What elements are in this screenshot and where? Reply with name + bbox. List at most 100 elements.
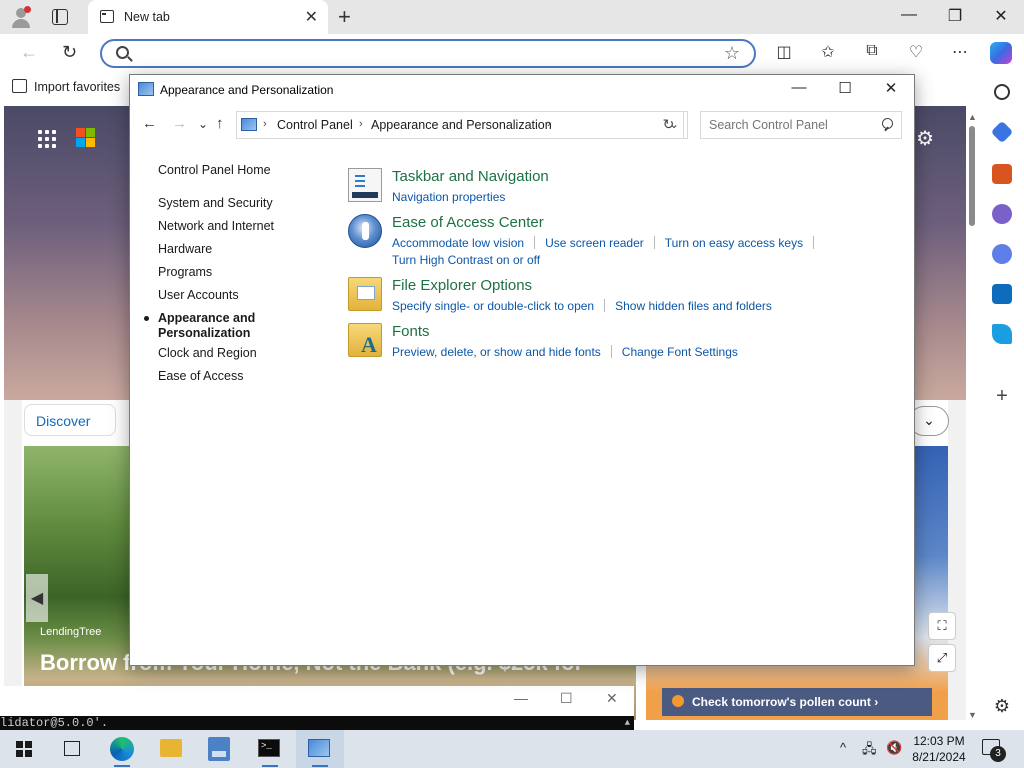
taskbar-file-explorer[interactable] — [148, 730, 196, 768]
cp-forward-button[interactable]: → — [172, 115, 187, 132]
link-turn-high-contrast[interactable]: Turn High Contrast on or off — [392, 252, 540, 269]
show-hidden-icons-chevron[interactable]: ^ — [840, 740, 846, 755]
cp-minimize-button[interactable]: — — [776, 79, 822, 96]
back-button[interactable]: ← — [20, 42, 38, 63]
nav-user-accounts[interactable]: User Accounts — [158, 288, 239, 302]
browser-minimize-button[interactable]: — — [886, 6, 932, 24]
carousel-prev-icon[interactable]: ◀ — [26, 574, 48, 622]
pollen-count-link[interactable]: Check tomorrow's pollen count › — [662, 688, 932, 716]
breadcrumb-control-panel[interactable]: Control Panel — [277, 118, 353, 132]
nav-programs[interactable]: Programs — [158, 265, 212, 279]
search-icon[interactable] — [882, 118, 893, 129]
browser-essentials-icon[interactable]: ♡ — [906, 42, 926, 62]
fonts-icon[interactable] — [348, 323, 382, 358]
collections-icon[interactable]: ⧉ — [862, 42, 882, 62]
new-tab-button[interactable]: + — [338, 4, 351, 30]
tab-close-button[interactable]: ✕ — [305, 7, 318, 27]
tab-actions-icon[interactable] — [52, 9, 68, 25]
folder-options-icon[interactable] — [348, 277, 382, 311]
app-launcher-icon[interactable] — [38, 130, 58, 150]
nav-clock-and-region[interactable]: Clock and Region — [158, 346, 257, 360]
link-accommodate-low-vision[interactable]: Accommodate low vision — [392, 235, 524, 252]
sidebar-m365-icon[interactable] — [992, 244, 1012, 264]
scroll-up-icon[interactable]: ▲ — [968, 112, 977, 122]
address-bar[interactable]: ☆ — [100, 39, 756, 68]
ease-of-access-icon[interactable] — [348, 214, 382, 248]
profile-avatar-icon[interactable] — [10, 6, 32, 28]
section-title[interactable]: Taskbar and Navigation — [392, 168, 549, 185]
split-screen-icon[interactable]: ◫ — [774, 42, 794, 62]
cp-address-bar[interactable]: › Control Panel › Appearance and Persona… — [236, 111, 688, 139]
tab-new-tab[interactable]: New tab ✕ — [88, 0, 328, 34]
nav-ease-of-access[interactable]: Ease of Access — [158, 369, 243, 383]
discover-tab[interactable]: Discover — [24, 404, 116, 436]
nav-network-and-internet[interactable]: Network and Internet — [158, 219, 274, 233]
taskbar-icon[interactable] — [348, 168, 382, 202]
breadcrumb-separator[interactable]: › — [359, 118, 363, 130]
breadcrumb-separator[interactable]: › — [547, 118, 551, 130]
section-title[interactable]: Ease of Access Center — [392, 214, 544, 231]
sidebar-outlook-icon[interactable] — [992, 284, 1012, 304]
scroll-thumb[interactable] — [969, 126, 975, 226]
link-turn-on-easy-access-keys[interactable]: Turn on easy access keys — [665, 235, 803, 252]
copilot-icon[interactable] — [990, 42, 1012, 64]
cp-back-button[interactable]: ← — [142, 115, 157, 132]
import-favorites-link[interactable]: Import favorites — [34, 80, 120, 94]
sidebar-settings-gear-icon[interactable]: ⚙ — [992, 696, 1012, 716]
page-settings-gear-icon[interactable]: ⚙ — [916, 126, 934, 151]
favorites-icon[interactable]: ✩ — [818, 42, 838, 62]
terminal-maximize-button[interactable]: ☐ — [560, 690, 573, 707]
link-preview-fonts[interactable]: Preview, delete, or show and hide fonts — [392, 344, 601, 361]
sidebar-shopping-icon[interactable] — [990, 120, 1014, 144]
system-clock[interactable]: 12:03 PM 8/21/2024 — [908, 733, 970, 765]
cp-search-box[interactable] — [700, 111, 902, 139]
nav-hardware[interactable]: Hardware — [158, 242, 212, 256]
cp-search-input[interactable] — [709, 118, 869, 132]
link-use-screen-reader[interactable]: Use screen reader — [545, 235, 644, 252]
image-info-icon[interactable]: ⛶ — [928, 612, 956, 640]
cp-up-button[interactable]: ↑ — [216, 115, 224, 132]
page-scrollbar[interactable]: ▲ ▼ — [966, 112, 978, 720]
browser-close-button[interactable]: ✕ — [978, 6, 1024, 26]
nav-appearance-and-personalization[interactable]: Appearance and Personalization — [144, 311, 268, 341]
task-view-button[interactable] — [48, 730, 96, 768]
sidebar-send-icon[interactable] — [992, 324, 1012, 344]
expand-icon[interactable]: ⤢ — [928, 644, 956, 672]
cp-refresh-button[interactable]: ↻ — [654, 111, 684, 139]
cp-close-button[interactable]: ✕ — [868, 79, 914, 97]
link-navigation-properties[interactable]: Navigation properties — [392, 189, 505, 206]
link-change-font-settings[interactable]: Change Font Settings — [622, 344, 738, 361]
link-single-double-click[interactable]: Specify single- or double-click to open — [392, 298, 594, 315]
settings-more-icon[interactable]: ⋯ — [950, 42, 970, 62]
terminal-close-button[interactable]: ✕ — [606, 690, 618, 707]
breadcrumb-appearance[interactable]: Appearance and Personalization — [371, 118, 552, 132]
nav-control-panel-home[interactable]: Control Panel Home — [158, 163, 271, 177]
volume-muted-icon[interactable]: 🔇 — [886, 740, 902, 756]
taskbar-server-manager[interactable] — [196, 730, 244, 768]
terminal-minimize-button[interactable]: — — [514, 690, 528, 706]
feed-expand-chevron-icon[interactable]: ⌄ — [909, 406, 949, 436]
browser-restore-button[interactable]: ❐ — [932, 6, 978, 26]
taskbar-command-prompt[interactable] — [246, 730, 294, 768]
scroll-down-icon[interactable]: ▼ — [968, 710, 977, 720]
terminal-scroll-up-icon[interactable]: ▲ — [625, 716, 630, 730]
cp-recent-locations-button[interactable]: ⌄ — [198, 117, 208, 131]
sidebar-people-icon[interactable] — [992, 204, 1012, 224]
sidebar-add-icon[interactable]: + — [992, 386, 1012, 406]
refresh-button[interactable]: ↻ — [62, 42, 77, 63]
sidebar-search-icon[interactable] — [994, 84, 1010, 100]
breadcrumb-separator[interactable]: › — [263, 118, 267, 130]
start-button[interactable] — [0, 730, 48, 768]
section-title[interactable]: File Explorer Options — [392, 277, 532, 294]
nav-system-and-security[interactable]: System and Security — [158, 196, 273, 210]
link-show-hidden-files[interactable]: Show hidden files and folders — [615, 298, 772, 315]
network-icon[interactable]: 🖧 — [862, 740, 877, 762]
cp-maximize-button[interactable]: ☐ — [822, 79, 868, 97]
terminal-window[interactable]: — ☐ ✕ lidator@5.0.0'. ▲ — [0, 686, 634, 730]
section-title[interactable]: Fonts — [392, 323, 430, 340]
control-panel-titlebar[interactable]: Appearance and Personalization — ☐ ✕ — [130, 75, 914, 105]
favorite-star-icon[interactable]: ☆ — [724, 43, 740, 64]
taskbar-control-panel[interactable] — [296, 730, 344, 768]
sidebar-tools-icon[interactable] — [992, 164, 1012, 184]
taskbar-edge[interactable] — [98, 730, 146, 768]
